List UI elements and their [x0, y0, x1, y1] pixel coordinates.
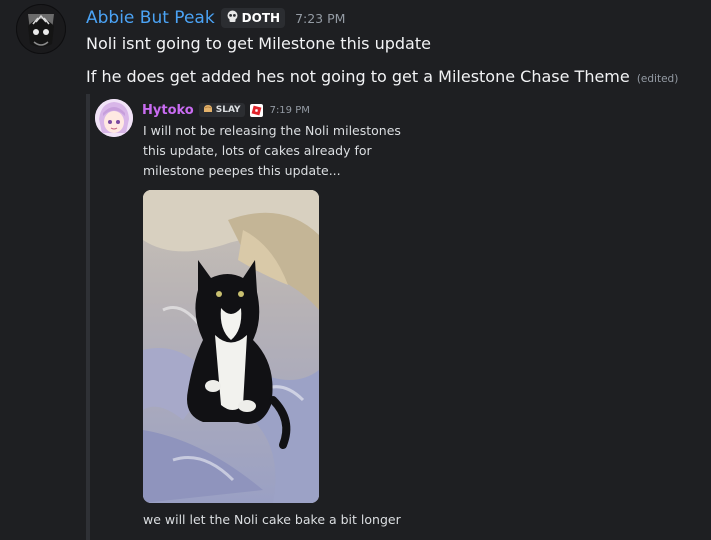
quoted-tag-label: SLAY [215, 105, 241, 115]
tag-label: DOTH [241, 11, 281, 25]
embed-bar [86, 94, 90, 540]
quoted-author-name[interactable]: Hytoko [142, 103, 194, 118]
roblox-icon [249, 103, 263, 117]
message-line-1: Noli isnt going to get Milestone this up… [86, 34, 431, 53]
quoted-timestamp: 7:19 PM [269, 104, 310, 116]
author-name[interactable]: Abbie But Peak [86, 8, 215, 28]
quoted-message-text: I will not be releasing the Noli milesto… [143, 123, 401, 178]
quoted-avatar[interactable] [95, 99, 133, 137]
message-line-2-text: If he does get added hes not going to ge… [86, 67, 630, 86]
bread-icon [203, 104, 213, 116]
message-line-2: If he does get added hes not going to ge… [86, 67, 678, 86]
quoted-header: Hytoko SLAY 7:19 PM [142, 101, 310, 119]
message: Abbie But Peak DOTH 7:23 PM Noli isnt go… [0, 0, 711, 540]
cat-photo[interactable] [143, 190, 319, 503]
avatar[interactable] [16, 4, 66, 54]
edited-label: (edited) [636, 73, 679, 85]
message-header: Abbie But Peak DOTH 7:23 PM [86, 6, 345, 30]
quoted-caption: we will let the Noli cake bake a bit lon… [143, 512, 401, 527]
cat-photo-image [143, 190, 319, 503]
timestamp: 7:23 PM [295, 10, 346, 26]
skull-icon [226, 10, 239, 26]
avatar-image [16, 4, 66, 54]
quoted-avatar-image [95, 99, 133, 137]
quoted-user-tag[interactable]: SLAY [198, 103, 245, 117]
user-tag[interactable]: DOTH [220, 8, 286, 28]
